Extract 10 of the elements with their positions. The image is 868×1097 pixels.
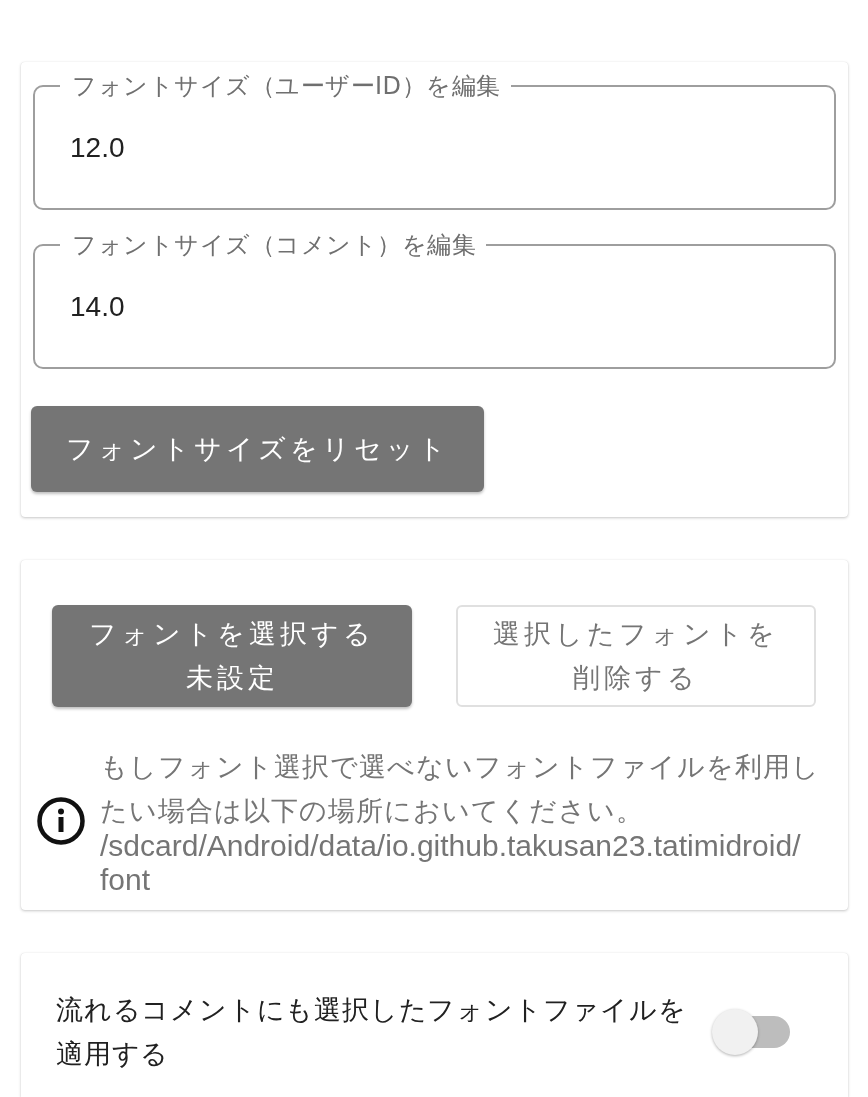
font-folder-path: /sdcard/Android/data/io.github.takusan23.tatimidroid/font (100, 829, 802, 897)
setting-label: 流れるコメントにも選択したフォントファイルを適用する (56, 993, 688, 1071)
select-font-button[interactable]: フォントを選択する 未設定 (52, 605, 412, 707)
info-icon (37, 797, 85, 845)
field-label: フォントサイズ（コメント）を編集 (60, 231, 486, 259)
info-message: もしフォント選択で選べないフォントファイルを利用したい場合は以下の場所においてください。 (100, 750, 821, 828)
field-label: フォントサイズ（ユーザーID）を編集 (60, 72, 511, 100)
reset-font-size-button[interactable]: フォントサイズをリセット (31, 406, 484, 492)
delete-font-button[interactable]: 選択したフォントを削除する (456, 605, 816, 707)
toggle-switch[interactable] (710, 1007, 792, 1057)
